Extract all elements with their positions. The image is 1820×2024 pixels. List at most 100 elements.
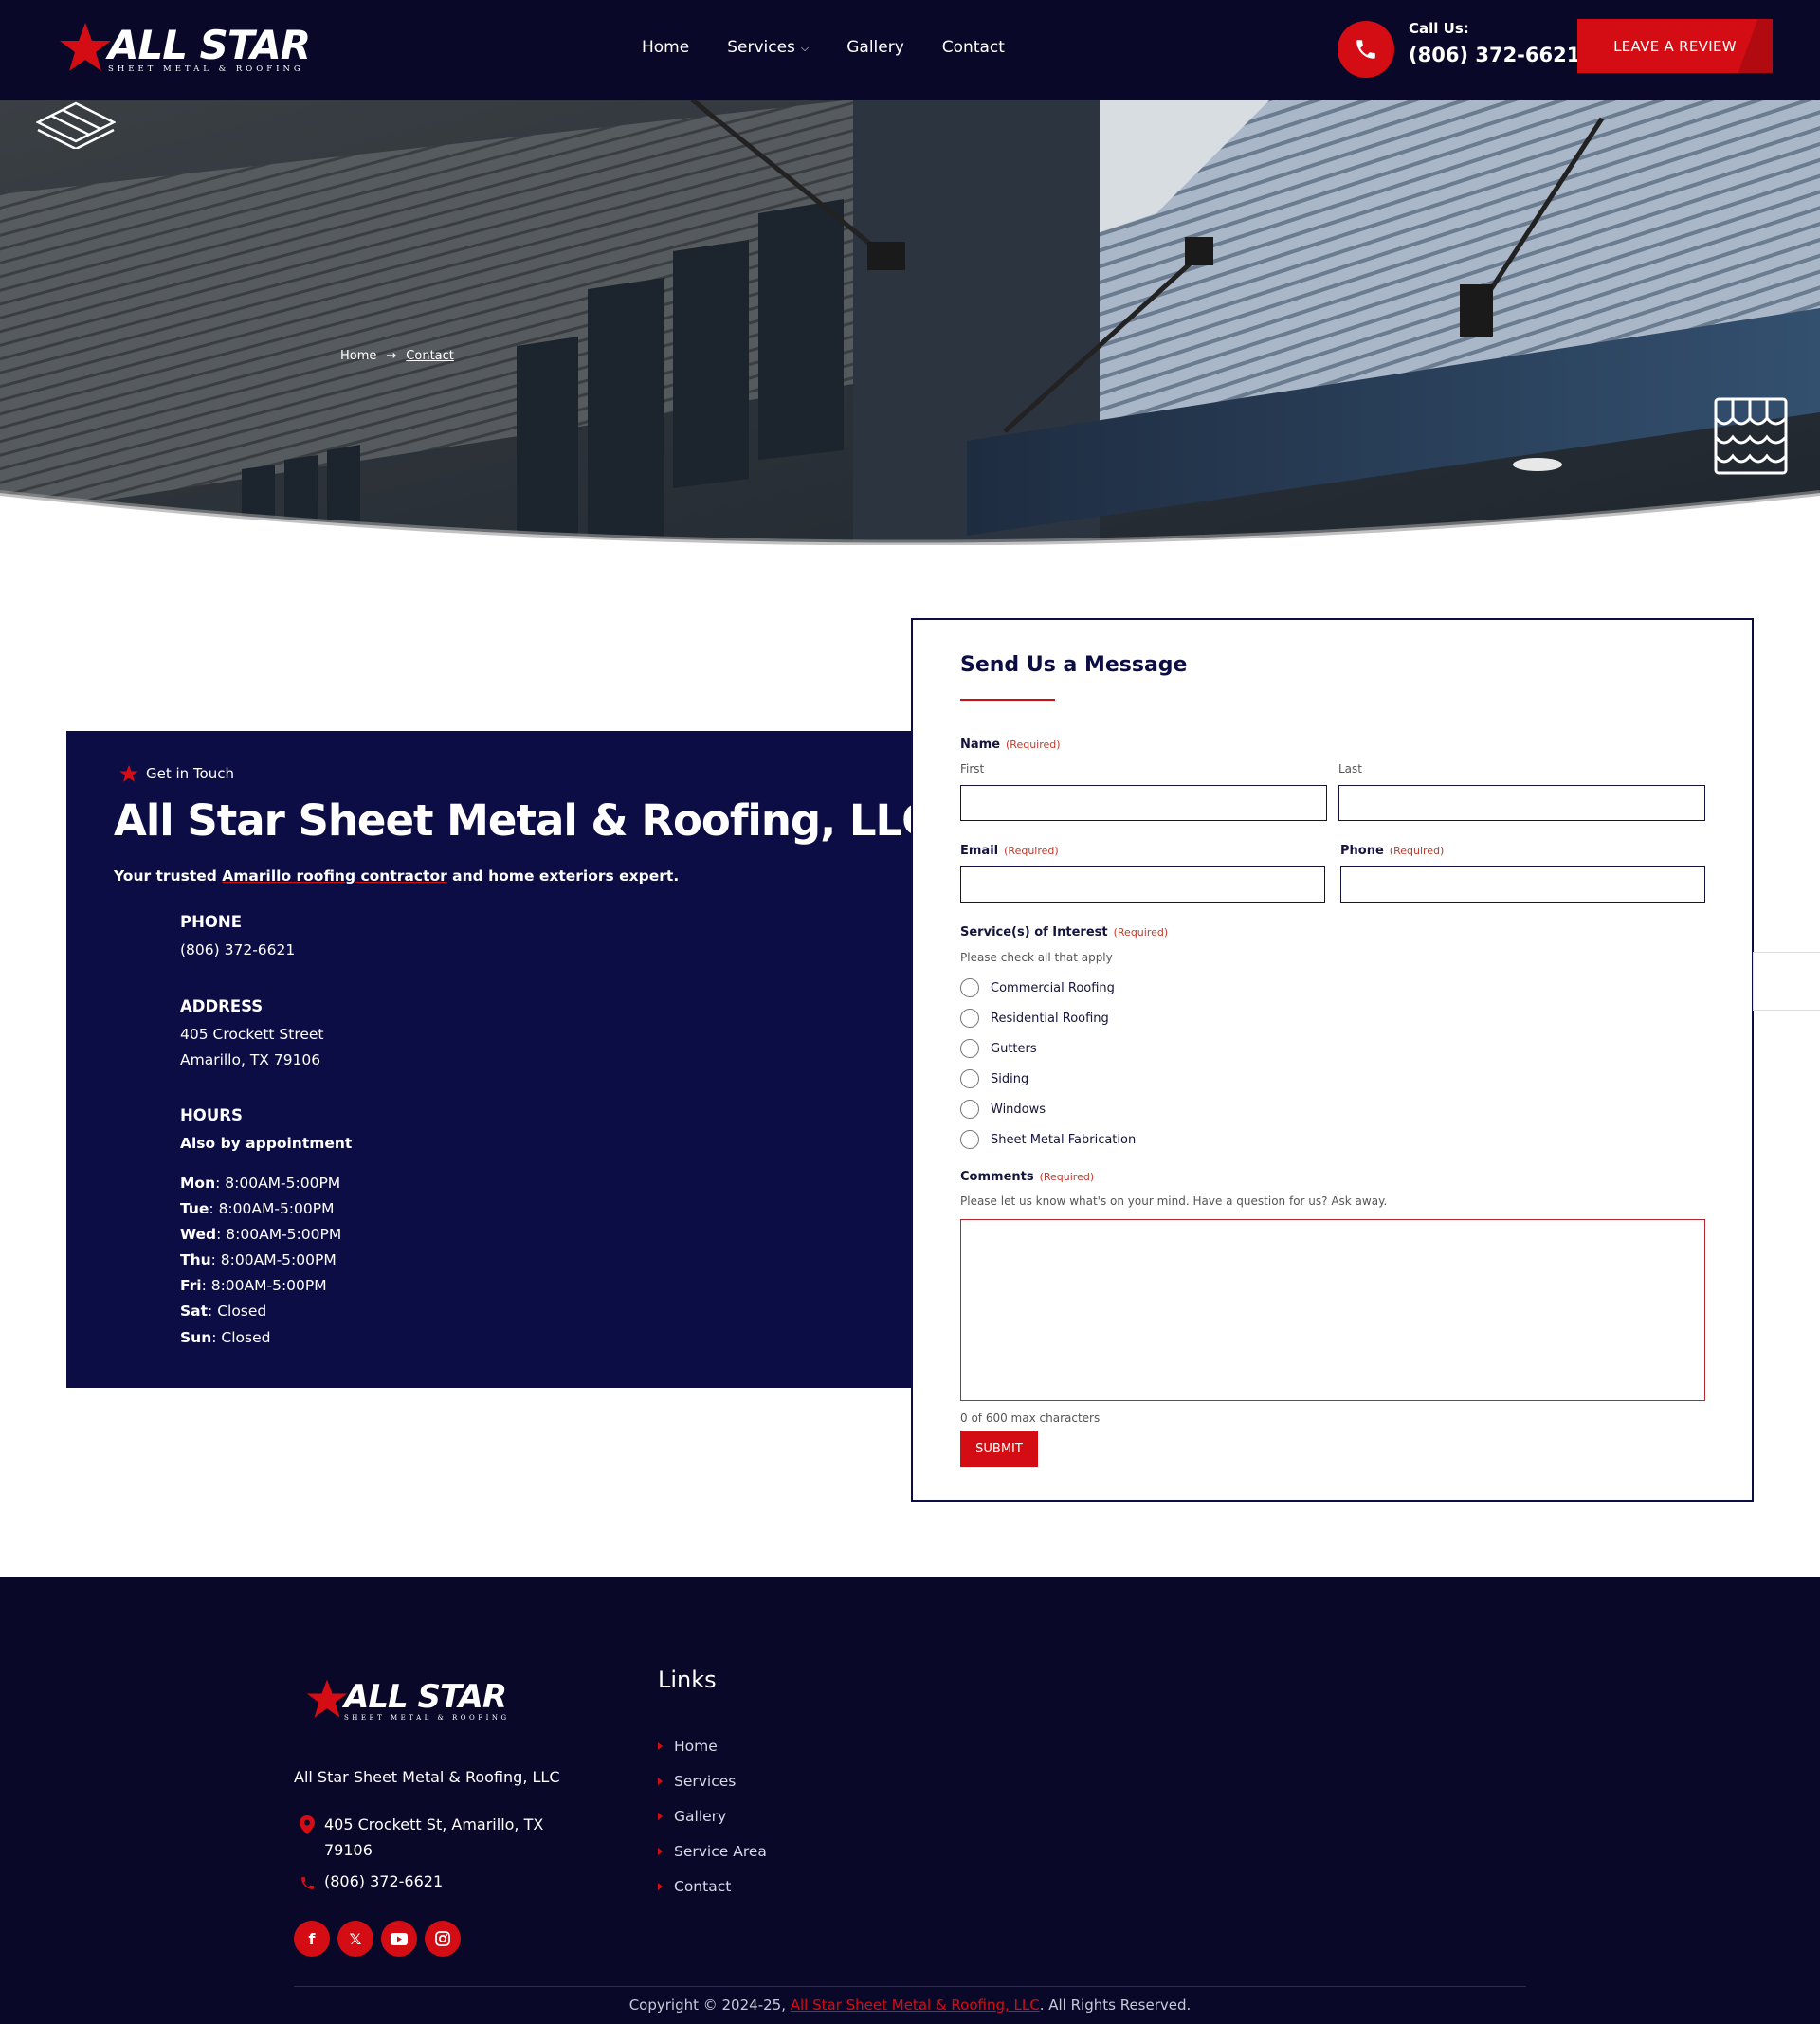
service-checkbox[interactable] [960, 1100, 979, 1119]
logo-subtext: SHEET METAL & ROOFING [108, 64, 304, 74]
leave-review-button[interactable]: LEAVE A REVIEW [1577, 19, 1773, 73]
service-option[interactable]: Sheet Metal Fabrication [960, 1130, 1136, 1149]
instagram-icon[interactable] [425, 1921, 461, 1957]
hours-day: Wed [180, 1226, 217, 1243]
copyright-company-link[interactable]: All Star Sheet Metal & Roofing, LLC [791, 1997, 1040, 2014]
logo-text: ALL STAR [108, 22, 311, 68]
hours-row: Thu: 8:00AM-5:00PM [180, 1248, 337, 1273]
email-input[interactable] [960, 866, 1325, 903]
submit-button[interactable]: SUBMIT [960, 1431, 1038, 1467]
phone-value[interactable]: (806) 372-6621 [180, 938, 295, 963]
footer-link-label: Services [674, 1773, 737, 1790]
company-title: All Star Sheet Metal & Roofing, LLC [114, 795, 933, 846]
roof-layers-icon [36, 101, 116, 149]
chevron-down-icon: ⌵ [800, 42, 810, 54]
hours-row: Sat: Closed [180, 1299, 266, 1324]
name-label-text: Name [960, 738, 1001, 752]
breadcrumb-current[interactable]: Contact [406, 349, 454, 363]
service-option[interactable]: Residential Roofing [960, 1009, 1109, 1028]
character-counter: 0 of 600 max characters [960, 1412, 1101, 1425]
caret-right-icon [658, 1813, 663, 1820]
service-option[interactable]: Gutters [960, 1039, 1037, 1058]
footer-link-gallery[interactable]: Gallery [658, 1808, 726, 1825]
roof-tiles-icon [1714, 397, 1788, 475]
comments-textarea[interactable] [960, 1219, 1705, 1401]
hours-row: Fri: 8:00AM-5:00PM [180, 1273, 327, 1299]
nav-services[interactable]: Services ⌵ [727, 38, 809, 57]
first-name-label: First [960, 762, 985, 775]
services-label-text: Service(s) of Interest [960, 925, 1108, 939]
hours-time: : Closed [211, 1329, 271, 1346]
nav-home[interactable]: Home [642, 38, 689, 57]
caret-right-icon [658, 1848, 663, 1855]
star-icon [60, 23, 111, 71]
facebook-icon[interactable]: f [294, 1921, 330, 1957]
main-nav: Home Services ⌵ Gallery Contact [642, 38, 1005, 57]
footer-address: 405 Crockett St, Amarillo, TX 79106 [324, 1815, 544, 1859]
youtube-play-glyph [391, 1932, 408, 1945]
service-checkbox[interactable] [960, 978, 979, 997]
service-option[interactable]: Siding [960, 1069, 1028, 1088]
button-slant [1738, 19, 1773, 73]
x-icon[interactable]: 𝕏 [337, 1921, 373, 1957]
footer-phone[interactable]: (806) 372-6621 [324, 1872, 443, 1890]
youtube-icon[interactable] [381, 1921, 417, 1957]
instagram-glyph [435, 1931, 450, 1946]
footer-link-label: Service Area [674, 1843, 767, 1860]
email-label: Email (Required) [960, 844, 1059, 858]
phone-heading: PHONE [180, 913, 243, 931]
nav-contact[interactable]: Contact [942, 38, 1005, 57]
side-widget-tab[interactable] [1753, 952, 1820, 1011]
map-pin-icon [300, 1815, 315, 1834]
hours-day: Tue [180, 1200, 209, 1217]
last-name-label: Last [1338, 762, 1362, 775]
call-number[interactable]: (806) 372-6621 [1409, 44, 1580, 66]
leave-review-label: LEAVE A REVIEW [1613, 37, 1737, 55]
address-heading: ADDRESS [180, 997, 264, 1015]
call-label: Call Us: [1409, 20, 1469, 37]
hero-banner: Home → Contact [0, 100, 1820, 545]
hours-heading: HOURS [180, 1106, 243, 1124]
footer-link-home[interactable]: Home [658, 1738, 718, 1755]
caret-right-icon [658, 1742, 663, 1750]
roofing-contractor-link[interactable]: Amarillo roofing contractor [222, 867, 446, 884]
phone-input[interactable] [1340, 866, 1705, 903]
name-label: Name (Required) [960, 738, 1061, 752]
service-checkbox[interactable] [960, 1069, 979, 1088]
get-in-touch-tag: Get in Touch [119, 764, 234, 783]
footer-link-services[interactable]: Services [658, 1773, 736, 1790]
nav-gallery[interactable]: Gallery [846, 38, 904, 57]
hours-time: : 8:00AM-5:00PM [215, 1175, 341, 1192]
footer-logo[interactable]: ALL STAR SHEET METAL & ROOFING [306, 1678, 524, 1725]
breadcrumb-home[interactable]: Home [340, 349, 376, 363]
last-name-input[interactable] [1338, 785, 1705, 821]
title-underline [960, 699, 1055, 701]
hero-building-image [0, 100, 1820, 545]
service-option[interactable]: Windows [960, 1100, 1046, 1119]
service-option-label: Sheet Metal Fabrication [991, 1132, 1137, 1147]
address-line-1: 405 Crockett Street [180, 1026, 324, 1043]
service-checkbox[interactable] [960, 1039, 979, 1058]
service-checkbox[interactable] [960, 1009, 979, 1028]
footer-link-label: Gallery [674, 1808, 727, 1825]
nav-services-label: Services [727, 38, 795, 57]
service-option[interactable]: Commercial Roofing [960, 978, 1115, 997]
footer-link-service-area[interactable]: Service Area [658, 1843, 767, 1860]
hours-row: Wed: 8:00AM-5:00PM [180, 1222, 341, 1248]
footer-link-contact[interactable]: Contact [658, 1878, 731, 1895]
phone-call-button[interactable] [1338, 21, 1394, 78]
hours-day: Sat [180, 1303, 209, 1320]
site-logo[interactable]: ALL STAR SHEET METAL & ROOFING [59, 21, 315, 78]
services-hint: Please check all that apply [960, 951, 1113, 964]
service-option-label: Windows [991, 1102, 1046, 1117]
tag-label: Get in Touch [146, 765, 234, 782]
first-name-input[interactable] [960, 785, 1327, 821]
footer-logo-text: ALL STAR [344, 1678, 507, 1716]
service-option-label: Gutters [991, 1041, 1037, 1056]
footer-divider [294, 1986, 1526, 1987]
lead-before: Your trusted [114, 867, 223, 884]
hours-row: Mon: 8:00AM-5:00PM [180, 1171, 340, 1196]
service-checkbox[interactable] [960, 1130, 979, 1149]
hours-time: : 8:00AM-5:00PM [201, 1277, 327, 1294]
copyright-after: . All Rights Reserved. [1039, 1997, 1192, 2014]
